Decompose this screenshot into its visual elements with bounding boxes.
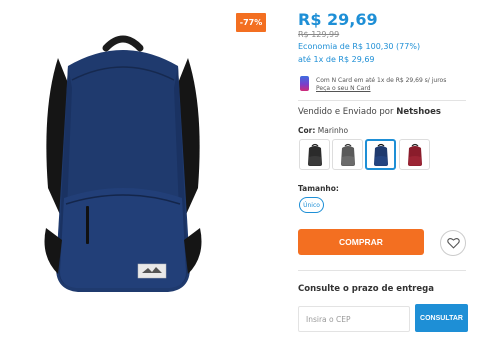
- size-option-unico[interactable]: Único: [299, 197, 324, 213]
- seller-name: Netshoes: [396, 107, 441, 117]
- color-label: Cor: Marinho: [298, 126, 348, 135]
- product-image: [28, 28, 218, 298]
- ncard-promo: Com N Card em até 1x de R$ 29,69 s/ juro…: [298, 72, 468, 98]
- discount-badge: -77%: [236, 13, 266, 32]
- backpack-icon: [373, 143, 388, 166]
- cep-input[interactable]: [298, 306, 410, 332]
- seller-prefix: Vendido e Enviado por: [298, 107, 394, 117]
- color-swatch-black[interactable]: [299, 139, 330, 170]
- buy-button[interactable]: COMPRAR: [298, 229, 424, 255]
- consult-button[interactable]: CONSULTAR: [415, 304, 468, 332]
- ncard-link[interactable]: Peça o seu N Card: [316, 85, 371, 92]
- heart-icon: [446, 237, 460, 249]
- ncard-icon: [300, 76, 309, 91]
- shipping-title: Consulte o prazo de entrega: [298, 284, 434, 294]
- color-swatch-gray[interactable]: [332, 139, 363, 170]
- size-label: Tamanho:: [298, 184, 339, 193]
- backpack-icon: [307, 143, 322, 166]
- installments-text: até 1x de R$ 29,69: [298, 55, 375, 64]
- seller-info: Vendido e Enviado por Netshoes: [298, 107, 441, 117]
- backpack-icon: [340, 143, 355, 166]
- divider: [298, 100, 466, 101]
- color-label-title: Cor:: [298, 126, 316, 135]
- divider: [298, 270, 466, 271]
- economy-text: Economia de R$ 100,30 (77%): [298, 42, 421, 51]
- color-swatch-burgundy[interactable]: [399, 139, 430, 170]
- backpack-icon: [407, 143, 422, 166]
- ncard-text: Com N Card em até 1x de R$ 29,69 s/ juro…: [316, 77, 447, 84]
- wishlist-button[interactable]: [440, 230, 466, 256]
- color-selected: Marinho: [317, 126, 349, 135]
- color-swatch-navy[interactable]: [365, 139, 396, 170]
- old-price: R$ 129,99: [298, 30, 340, 39]
- product-price: R$ 29,69: [298, 10, 378, 29]
